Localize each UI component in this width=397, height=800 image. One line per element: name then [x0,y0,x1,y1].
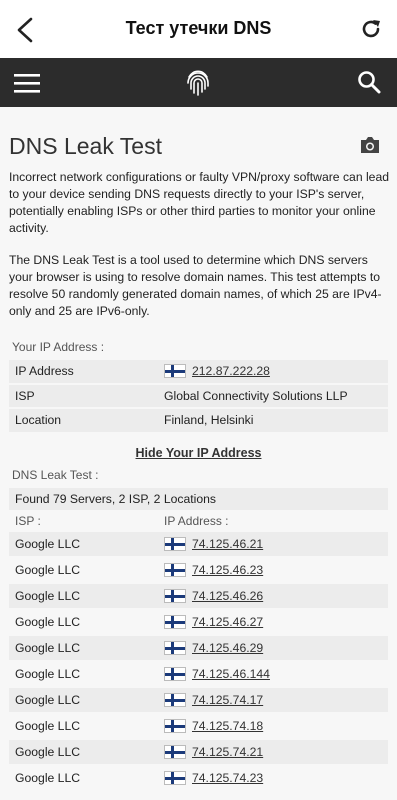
fingerprint-icon[interactable] [183,67,213,97]
location-row-value: Finland, Helsinki [164,413,254,428]
server-row: Google LLC 74.125.46.144 [9,662,388,688]
app-title: Тест утечки DNS [125,18,272,38]
server-isp: Google LLC [15,693,81,707]
ip-row: IP Address 212.87.222.28 [9,360,388,385]
reload-icon[interactable] [360,18,382,40]
finland-flag-icon [164,641,186,655]
location-row-key: Location [15,413,62,428]
server-row: Google LLC 74.125.46.27 [9,610,388,636]
leak-table: Found 79 Servers, 2 ISP, 2 Locations ISP… [9,488,388,792]
server-ip-link[interactable]: 74.125.46.27 [192,615,263,629]
search-icon[interactable] [357,70,381,94]
hide-ip-link[interactable]: Hide Your IP Address [0,446,397,460]
col-isp-header: ISP : [15,514,41,528]
server-row: Google LLC 74.125.74.17 [9,688,388,714]
server-ip-link[interactable]: 74.125.74.17 [192,693,263,707]
isp-row-key: ISP [15,388,35,403]
finland-flag-icon [164,693,186,707]
camera-icon[interactable] [359,135,381,155]
ip-address-link[interactable]: 212.87.222.28 [192,364,270,378]
server-row: Google LLC 74.125.46.23 [9,558,388,584]
ip-row-key: IP Address [15,364,74,379]
server-ip-link[interactable]: 74.125.74.18 [192,719,263,733]
finland-flag-icon [164,364,186,379]
isp-row-value: Global Connectivity Solutions LLP [164,388,348,403]
page-title: DNS Leak Test [9,133,162,159]
server-ip-link[interactable]: 74.125.46.21 [192,537,263,551]
intro-text: Incorrect network configurations or faul… [9,170,390,235]
description-text: The DNS Leak Test is a tool used to dete… [9,253,382,318]
finland-flag-icon [164,771,186,785]
finland-flag-icon [164,537,186,551]
server-isp: Google LLC [15,771,81,785]
server-ip-link[interactable]: 74.125.46.23 [192,563,263,577]
server-isp: Google LLC [15,589,81,603]
server-row: Google LLC 74.125.46.21 [9,532,388,558]
finland-flag-icon [164,615,186,629]
server-ip-link[interactable]: 74.125.74.23 [192,771,263,785]
col-ip-header: IP Address : [164,514,229,528]
finland-flag-icon [164,719,186,733]
server-isp: Google LLC [15,563,81,577]
finland-flag-icon [164,745,186,759]
app-bar: Тест утечки DNS [0,0,397,58]
server-ip-link[interactable]: 74.125.46.144 [192,667,270,681]
site-navbar [0,58,397,107]
ip-table: IP Address 212.87.222.28 ISP Global Conn… [9,360,388,434]
server-ip-link[interactable]: 74.125.74.21 [192,745,263,759]
leak-section-label: DNS Leak Test : [12,468,99,482]
finland-flag-icon [164,563,186,577]
finland-flag-icon [164,589,186,603]
page-content: DNS Leak Test Incorrect network configur… [0,107,397,800]
finland-flag-icon [164,667,186,681]
server-isp: Google LLC [15,719,81,733]
ip-section-label: Your IP Address : [12,340,105,354]
server-row: Google LLC 74.125.74.18 [9,714,388,740]
server-row: Google LLC 74.125.46.26 [9,584,388,610]
location-row: Location Finland, Helsinki [9,409,388,434]
server-isp: Google LLC [15,615,81,629]
leak-table-header: ISP : IP Address : [9,510,388,532]
server-isp: Google LLC [15,641,81,655]
leak-summary: Found 79 Servers, 2 ISP, 2 Locations [9,488,388,510]
isp-row: ISP Global Connectivity Solutions LLP [9,384,388,409]
server-ip-link[interactable]: 74.125.46.26 [192,589,263,603]
server-isp: Google LLC [15,537,81,551]
server-row: Google LLC 74.125.74.23 [9,766,388,792]
server-isp: Google LLC [15,745,81,759]
server-list: Google LLC 74.125.46.21 Google LLC 74.125.4… [9,532,388,792]
hamburger-menu-icon[interactable] [14,72,40,94]
server-row: Google LLC 74.125.46.29 [9,636,388,662]
server-isp: Google LLC [15,667,81,681]
server-ip-link[interactable]: 74.125.46.29 [192,641,263,655]
server-row: Google LLC 74.125.74.21 [9,740,388,766]
